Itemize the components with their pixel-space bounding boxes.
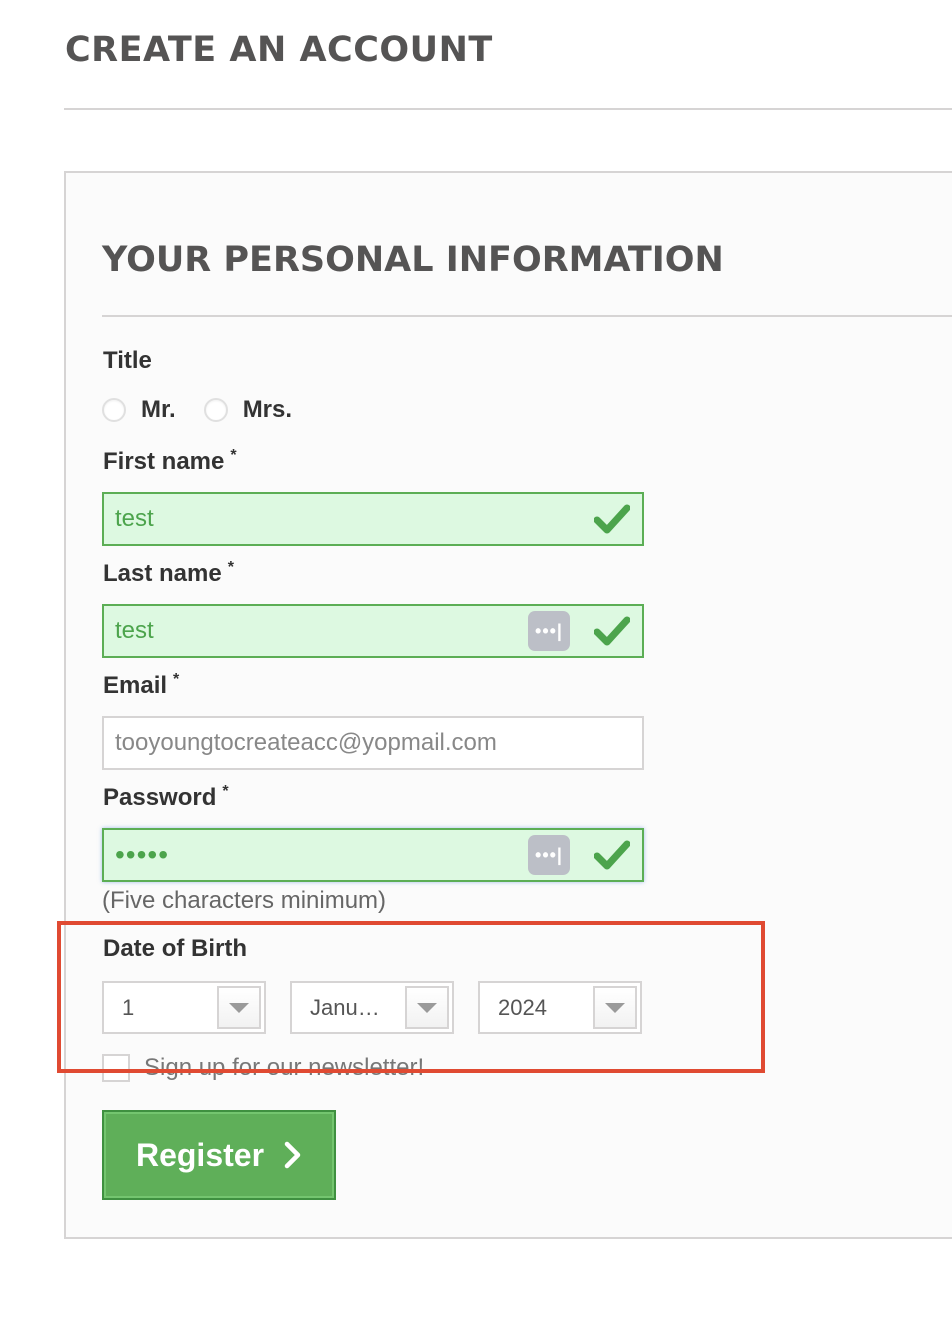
password-field[interactable]: ••••• •••| [102, 828, 644, 882]
chevron-right-icon [284, 1141, 302, 1169]
section-title: YOUR PERSONAL INFORMATION [102, 240, 724, 280]
email-field[interactable]: tooyoungtocreateacc@yopmail.com [102, 716, 644, 770]
last-name-value[interactable]: test [104, 617, 528, 645]
dob-day-value[interactable]: 1 [104, 983, 217, 1032]
password-label: Password * [103, 783, 229, 812]
register-button-label: Register [135, 1136, 265, 1173]
password-hint: (Five characters minimum) [102, 887, 387, 914]
required-marker: * [173, 671, 180, 688]
radio-mr[interactable] [102, 398, 126, 422]
check-icon [592, 611, 632, 651]
check-icon [592, 835, 632, 875]
newsletter-checkbox[interactable] [102, 1054, 130, 1082]
dropdown-arrow-icon[interactable] [217, 986, 261, 1029]
register-button[interactable]: Register [102, 1110, 336, 1200]
dob-year-value[interactable]: 2024 [480, 983, 593, 1032]
required-marker: * [230, 447, 237, 464]
required-marker: * [222, 783, 229, 800]
check-icon [592, 499, 632, 539]
radio-mrs[interactable] [203, 398, 228, 422]
password-key-icon[interactable]: •••| [528, 611, 570, 651]
last-name-field[interactable]: test •••| [102, 604, 644, 658]
dob-year-select[interactable]: 2024 [478, 981, 642, 1034]
password-key-icon[interactable]: •••| [528, 835, 570, 875]
radio-mrs-label[interactable]: Mrs. [243, 396, 292, 424]
dob-day-select[interactable]: 1 [102, 981, 266, 1034]
dob-month-select[interactable]: Janu… [290, 981, 454, 1034]
last-name-label-text: Last name [103, 560, 222, 587]
section-divider [102, 315, 952, 317]
required-marker: * [227, 559, 234, 576]
first-name-label-text: First name [103, 448, 225, 475]
page-title: CREATE AN ACCOUNT [65, 30, 493, 70]
radio-mr-label[interactable]: Mr. [141, 396, 176, 424]
date-of-birth-label: Date of Birth [103, 935, 247, 962]
title-label: Title [103, 347, 152, 374]
dropdown-arrow-icon[interactable] [593, 986, 637, 1029]
email-value[interactable]: tooyoungtocreateacc@yopmail.com [104, 729, 642, 757]
email-label: Email * [103, 671, 179, 700]
dropdown-arrow-icon[interactable] [405, 986, 449, 1029]
newsletter-label[interactable]: Sign up for our newsletter! [144, 1054, 424, 1082]
email-label-text: Email [103, 672, 168, 699]
first-name-value[interactable]: test [104, 505, 592, 533]
first-name-label: First name * [103, 447, 237, 476]
first-name-field[interactable]: test [102, 492, 644, 546]
title-radio-group: Mr. Mrs. [102, 396, 320, 424]
title-divider [64, 108, 952, 110]
password-value[interactable]: ••••• [104, 841, 528, 869]
last-name-label: Last name * [103, 559, 234, 588]
password-label-text: Password [103, 784, 217, 811]
newsletter-option[interactable]: Sign up for our newsletter! [102, 1054, 424, 1082]
dob-month-value[interactable]: Janu… [292, 983, 405, 1032]
